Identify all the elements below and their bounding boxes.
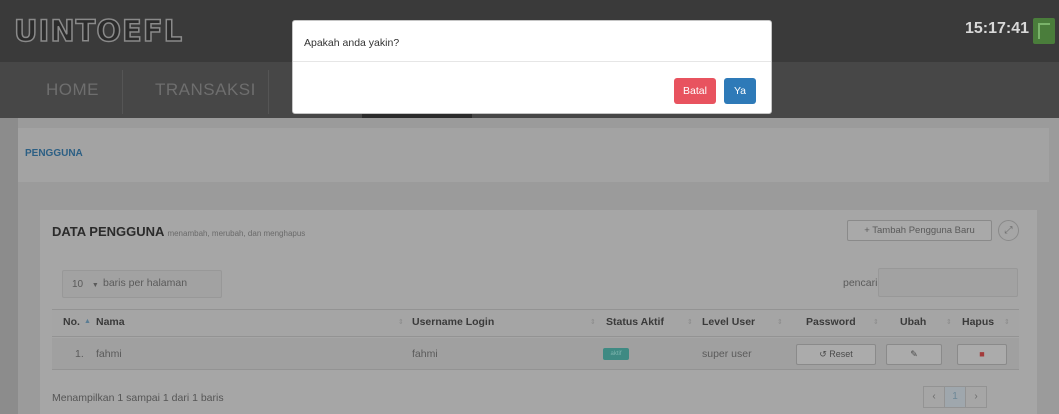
panel-title-text: DATA PENGGUNA [52,224,165,239]
column-header-username[interactable]: Username Login [412,316,494,328]
sort-icon: ⇕ [873,319,879,326]
reset-password-button[interactable]: ↺ Reset [796,344,876,365]
add-user-button[interactable]: + Tambah Pengguna Baru [847,220,992,241]
nav-item-home[interactable]: HOME [46,80,99,100]
nav-divider [122,70,123,114]
delete-button[interactable]: ■ [957,344,1007,365]
sort-icon: ⇕ [777,319,783,326]
sort-icon: ⇕ [946,319,952,326]
column-header-no[interactable]: No. [63,316,80,328]
column-header-nama[interactable]: Nama [96,316,125,328]
dialog-body: Apakah anda yakin? [293,21,771,62]
breadcrumb-bar [18,128,1049,182]
column-header-level[interactable]: Level User [702,316,755,328]
cancel-button[interactable]: Batal [674,78,716,104]
cell-username: fahmi [412,348,438,360]
page-length-value: 10 ▼ [72,279,99,290]
chevron-down-icon: ▼ [91,282,99,289]
reset-icon: ↺ [819,349,827,359]
column-header-ubah[interactable]: Ubah [900,316,926,328]
page-length-number: 10 [72,279,84,290]
nav-divider [268,70,269,114]
status-badge: aktif [603,348,629,360]
panel-title: DATA PENGGUNA menambah, merubah, dan meng… [52,224,305,239]
cell-level: super user [702,348,752,360]
pagination-prev[interactable]: ‹ [923,386,945,408]
column-header-status[interactable]: Status Aktif [606,316,664,328]
sort-asc-icon: ▲ [84,318,91,325]
confirm-button[interactable]: Ya [724,78,756,104]
page-length-label: baris per halaman [103,277,188,289]
pagination-page-1[interactable]: 1 [944,386,966,408]
cell-nama: fahmi [96,348,122,360]
sort-icon: ⇕ [687,319,693,326]
cell-no: 1. [75,348,84,360]
pagination-next[interactable]: › [965,386,987,408]
app-logo[interactable]: UINTOEFL [13,13,183,49]
sort-icon: ⇕ [590,319,596,326]
reset-label: Reset [829,349,853,359]
edit-button[interactable]: ✎ [886,344,942,365]
expand-icon[interactable]: ⤢ [998,220,1019,241]
clock: 15:17:41 [964,20,1029,37]
pagination: ‹ 1 › [923,386,987,408]
table-info: Menampilkan 1 sampai 1 dari 1 baris [52,392,224,404]
sort-icon: ⇕ [398,319,404,326]
sort-icon: ⇕ [1004,319,1010,326]
panel-subtitle: menambah, merubah, dan menghapus [167,229,306,238]
user-icon[interactable] [1033,18,1055,44]
search-input[interactable] [878,268,1018,297]
column-header-password[interactable]: Password [806,316,856,328]
confirm-dialog: Apakah anda yakin? Batal Ya [292,20,772,114]
column-header-hapus[interactable]: Hapus [962,316,994,328]
pencil-icon: ✎ [910,349,918,359]
nav-item-transaksi[interactable]: TRANSAKSI [155,80,256,100]
trash-icon: ■ [979,349,985,359]
dialog-message: Apakah anda yakin? [304,37,400,49]
breadcrumb[interactable]: PENGGUNA [25,148,83,159]
